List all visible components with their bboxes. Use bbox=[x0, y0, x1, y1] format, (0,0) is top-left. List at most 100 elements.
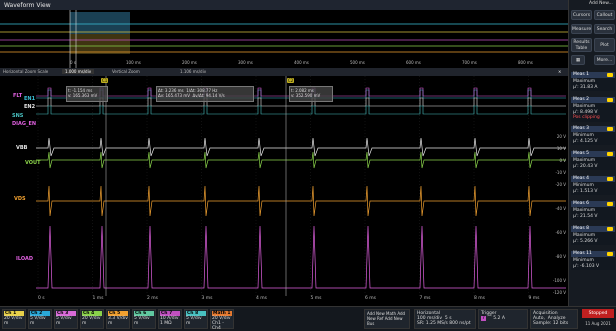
measure-button[interactable]: Measure bbox=[571, 24, 592, 34]
label-en2: EN2 bbox=[24, 104, 36, 110]
overview-axis-tick: 400 ms bbox=[294, 60, 309, 65]
vertical-zoom-value: 1.106 ms/div bbox=[180, 69, 207, 74]
channel-badge bbox=[607, 98, 613, 102]
channel-sub: m bbox=[108, 321, 113, 326]
measurement-badge[interactable]: Meas 11 Minimum μ': -6.103 V bbox=[571, 251, 615, 270]
add-new-buttons[interactable]: Add New Math Add New Ref Add New Bus bbox=[364, 309, 410, 329]
measurement-warning: Pos clipping bbox=[573, 115, 600, 120]
measurement-name: Meas 6 bbox=[573, 201, 590, 206]
time-axis-tick: 9 ms bbox=[528, 296, 540, 301]
measurement-value: μ': 21.54 V bbox=[573, 213, 598, 219]
time-axis-tick: 7 ms bbox=[419, 296, 431, 301]
channel-sub: m bbox=[186, 321, 191, 326]
trace-vout bbox=[36, 151, 566, 169]
results-table-button[interactable]: Results Table bbox=[571, 38, 592, 52]
cursor-2-tag[interactable]: C2 bbox=[287, 78, 295, 83]
label-diag-en: DIAG_EN bbox=[12, 121, 37, 127]
channel-badge bbox=[607, 227, 613, 231]
channel-badge bbox=[607, 152, 613, 156]
close-icon[interactable]: × bbox=[558, 69, 561, 74]
horizontal-panel[interactable]: Horizontal 100 ms/div 5 s SR: 1.25 MS/s … bbox=[414, 309, 476, 329]
right-scale-tick: -40 V bbox=[555, 206, 566, 211]
measurement-badge[interactable]: Meas 8 Maximum μ': 5.266 V bbox=[571, 226, 615, 245]
label-vds: VDS bbox=[14, 196, 26, 202]
cursors-button[interactable]: Cursors bbox=[571, 10, 592, 20]
zoom-label: Horizontal Zoom Scale bbox=[3, 69, 49, 74]
waveform-area[interactable]: C1 C2 t: -1.154 ms v: 165.363 mV Δt: 3.23… bbox=[0, 76, 584, 304]
trigger-panel[interactable]: Trigger 7 ⌒ 5.2 A bbox=[478, 309, 528, 329]
measurement-badge[interactable]: Meas 4 Minimum μ': 1.513 V bbox=[571, 176, 615, 195]
channel-badge-box[interactable]: Ch 65 V/div m bbox=[132, 309, 156, 329]
plot-button[interactable]: Plot bbox=[594, 38, 615, 52]
add-new-link[interactable]: Add New... bbox=[589, 1, 613, 6]
channel-badge-box[interactable]: Ch 7 10 A/div 1 MΩ bbox=[158, 309, 182, 329]
measurement-name: Meas 11 bbox=[573, 251, 592, 256]
measurement-value: μ': 1.513 V bbox=[573, 188, 598, 194]
right-scale-tick: -100 V bbox=[552, 278, 566, 283]
measurement-name: Meas 2 bbox=[573, 97, 590, 102]
overview-axis-tick: 500 ms bbox=[350, 60, 365, 65]
callout-button[interactable]: Callout bbox=[594, 10, 615, 20]
cursor-1-tag[interactable]: C1 bbox=[101, 78, 109, 83]
run-stop-button[interactable]: Stopped bbox=[582, 309, 614, 318]
channel-badge-box[interactable]: Ch 1 20 V/div m bbox=[2, 309, 26, 329]
channel-badge-box[interactable]: Ch 5 3.3 V/div m bbox=[106, 309, 130, 329]
channel-badge bbox=[607, 202, 613, 206]
measurement-name: Meas 1 bbox=[573, 72, 590, 77]
cursor-delta-readout: Δt: 3.236 ms 1/Δt: 308.77 Hz Δv: 165.473… bbox=[156, 86, 254, 102]
channel-badge-box[interactable]: Ch 25 V/div m bbox=[28, 309, 52, 329]
channel-badge bbox=[607, 73, 613, 77]
right-scale-tick: 10 V bbox=[556, 146, 566, 151]
right-scale-tick: -20 V bbox=[555, 182, 566, 187]
measurement-badge[interactable]: Meas 3 Minimum μ': 4.125 V bbox=[571, 126, 615, 145]
measurement-badge[interactable]: Meas 5 Maximum μ': 20.43 V bbox=[571, 151, 615, 170]
measurement-value: μ': -6.103 V bbox=[573, 263, 600, 269]
channel-badge-box[interactable]: Ch 85 V/div m bbox=[184, 309, 208, 329]
bottom-bar: Ch 1 20 V/div m Ch 25 V/div m Ch 35 V/div m Ch … bbox=[0, 306, 616, 331]
label-en1: EN1 bbox=[24, 96, 36, 102]
overview-waveform[interactable] bbox=[0, 10, 568, 69]
overview-axis-tick: 0 s bbox=[70, 60, 76, 65]
acquisition-panel[interactable]: Acquisition Auto, Analyze Sample: 12 bit… bbox=[530, 309, 578, 329]
measurement-value: μ': 5.266 V bbox=[573, 238, 598, 244]
overview-axis-tick: 700 ms bbox=[462, 60, 477, 65]
measurement-name: Meas 5 bbox=[573, 151, 590, 156]
more-button[interactable]: More... bbox=[594, 55, 615, 65]
zoom-value[interactable]: 1.000 ms/div bbox=[62, 69, 95, 74]
channel-badge-box[interactable]: Ch 4 20 V/div m bbox=[80, 309, 104, 329]
overview-plot bbox=[0, 10, 568, 68]
trace-iload bbox=[36, 225, 566, 289]
overview-axis-tick: 600 ms bbox=[406, 60, 421, 65]
right-sidebar: Add New... Cursors Callout Measure Searc… bbox=[568, 0, 616, 330]
search-button[interactable]: Search bbox=[594, 24, 615, 34]
channel-sub: m bbox=[82, 321, 87, 326]
channel-badge bbox=[607, 252, 613, 256]
trace-vds bbox=[36, 185, 566, 217]
channel-badge-box[interactable]: Ch 35 V/div m bbox=[54, 309, 78, 329]
right-scale-tick: -10 V bbox=[555, 170, 566, 175]
channel-badge-box[interactable]: Math 1 20 V/div Ch1 - Ch4 bbox=[210, 309, 234, 331]
time-axis-tick: 6 ms bbox=[365, 296, 377, 301]
measurement-name: Meas 8 bbox=[573, 226, 590, 231]
label-vbb: VBB bbox=[16, 145, 28, 151]
label-iload: ILOAD bbox=[16, 256, 34, 262]
measurement-badge[interactable]: Meas 1 Maximum μ': 31.83 A bbox=[571, 72, 615, 91]
time-axis: 0 s 1 ms 2 ms 3 ms 4 ms 5 ms 6 ms 7 ms 8 ms 9 ms bbox=[0, 296, 568, 304]
measurement-name: Meas 3 bbox=[573, 126, 590, 131]
trace-sns bbox=[36, 105, 566, 115]
measurement-badge[interactable]: Meas 6 Maximum μ': 21.54 V bbox=[571, 201, 615, 220]
label-vout: VOUT bbox=[25, 160, 41, 166]
channel-sub: m bbox=[4, 321, 9, 326]
grid-icon[interactable]: ▦ bbox=[571, 55, 585, 65]
time-axis-tick: 1 ms bbox=[92, 296, 104, 301]
right-scale-tick: -120 V bbox=[552, 290, 566, 295]
measurement-value: μ': 20.43 V bbox=[573, 163, 598, 169]
measurement-badge[interactable]: Meas 2 Maximum μ': 8.498 V Pos clipping bbox=[571, 97, 615, 122]
vertical-zoom-label: Vertical Zoom bbox=[112, 69, 140, 74]
measurement-value: μ': 4.125 V bbox=[573, 138, 598, 144]
right-scale-tick: -80 V bbox=[555, 254, 566, 259]
time-axis-tick: 5 ms bbox=[310, 296, 322, 301]
label-flt: FLT bbox=[13, 93, 23, 99]
status-date: 11 Aug 2021 bbox=[585, 321, 611, 326]
cursor-2-readout: t: 2.082 ms v: 352.590 mV bbox=[289, 86, 333, 102]
